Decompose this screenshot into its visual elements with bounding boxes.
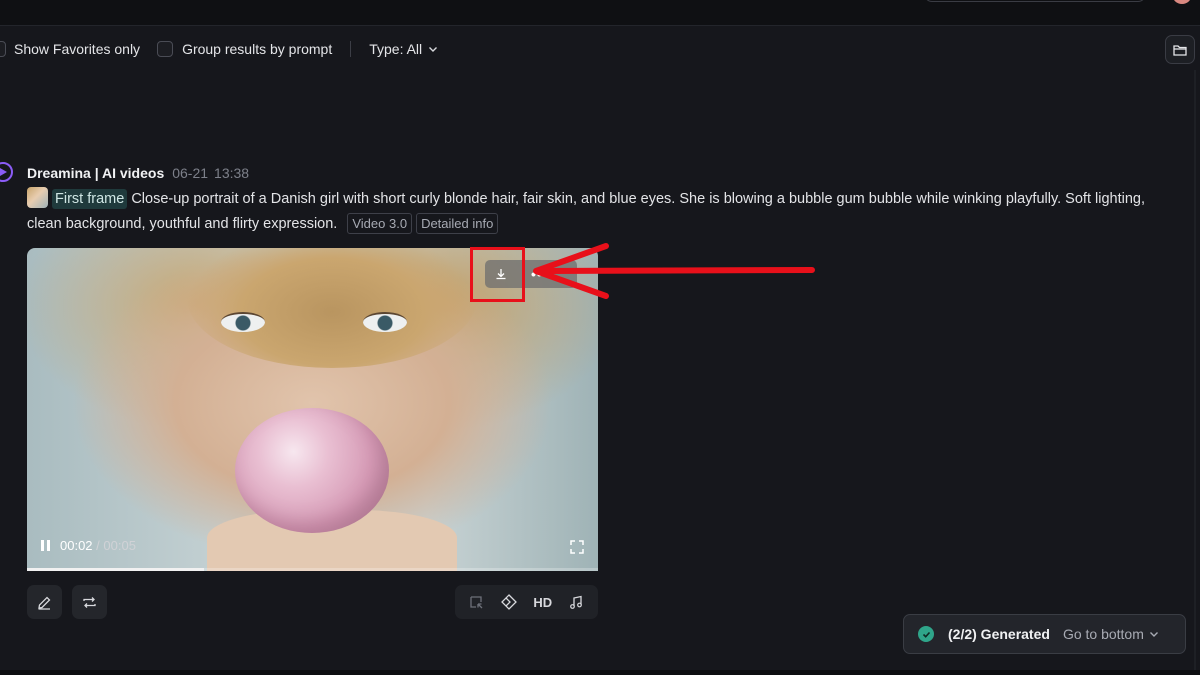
record-actions-right: HD (455, 585, 598, 619)
video-frame-bubble (235, 408, 389, 533)
bottom-edge (0, 670, 1200, 675)
record-date: 06-21 (172, 165, 209, 181)
first-frame-thumbnail[interactable] (27, 187, 48, 208)
favorites-label: Show Favorites only (14, 41, 141, 57)
fullscreen-icon[interactable] (570, 540, 584, 554)
detailed-info-tag[interactable]: Detailed info (416, 213, 499, 234)
top-bar (0, 0, 1200, 26)
model-tag[interactable]: Video 3.0 (347, 213, 413, 234)
record-actions-left (27, 585, 107, 619)
current-time: 00:02 (60, 538, 93, 553)
group-filter[interactable]: Group results by prompt (157, 36, 332, 62)
edit-icon (38, 596, 51, 610)
record-header: Dreamina | AI videos 06-21 13:38 (27, 164, 249, 182)
diamond-icon[interactable] (500, 594, 517, 610)
type-dropdown[interactable]: Type: All (369, 36, 438, 62)
music-icon[interactable] (569, 595, 584, 610)
filter-bar: Show Favorites only Group results by pro… (0, 36, 1160, 62)
edit-button[interactable] (27, 585, 62, 619)
generated-status: (2/2) Generated (948, 626, 1050, 642)
total-time: / 00:05 (96, 538, 136, 553)
video-frame-hair (187, 248, 477, 368)
annotation-highlight-box (470, 247, 525, 302)
video-frame-eye-left (221, 312, 265, 332)
chevron-down-icon (1149, 632, 1158, 637)
go-to-bottom-label: Go to bottom (1062, 626, 1144, 642)
filter-divider (350, 41, 352, 57)
video-progress-fill (27, 568, 204, 571)
hd-button[interactable]: HD (533, 595, 552, 610)
folder-button[interactable] (1165, 35, 1195, 64)
dreamina-logo-icon (0, 162, 13, 182)
playback-controls: 00:02 / 00:05 (41, 538, 136, 553)
record-time: 13:38 (214, 165, 250, 181)
pause-icon[interactable] (41, 540, 50, 551)
prompt-text: Close-up portrait of a Danish girl with … (27, 191, 1145, 232)
generation-toast: (2/2) Generated Go to bottom (903, 614, 1186, 654)
avatar[interactable] (1172, 0, 1192, 4)
favorites-checkbox[interactable] (0, 41, 6, 57)
type-label: Type: All (369, 41, 423, 57)
first-frame-label[interactable]: First frame (52, 189, 128, 209)
prompt-text-block: First frame Close-up portrait of a Danis… (27, 187, 1167, 237)
top-search-box[interactable] (924, 0, 1146, 2)
video-frame-eye-right (363, 312, 407, 332)
folder-icon (1173, 44, 1187, 56)
check-circle-icon (918, 626, 934, 642)
scrollbar[interactable] (1194, 70, 1196, 670)
regenerate-icon (83, 596, 96, 608)
regenerate-button[interactable] (72, 585, 107, 619)
group-checkbox[interactable] (157, 41, 174, 57)
author-name: Dreamina | AI videos (27, 165, 165, 181)
annotation-arrow (533, 243, 815, 299)
frame-select-icon[interactable] (469, 595, 484, 610)
go-to-bottom-button[interactable]: Go to bottom (1063, 626, 1159, 642)
favorites-filter[interactable]: Show Favorites only (0, 36, 140, 62)
chevron-down-icon (429, 47, 438, 52)
group-label: Group results by prompt (182, 41, 333, 57)
video-progress-bar[interactable] (27, 568, 598, 571)
